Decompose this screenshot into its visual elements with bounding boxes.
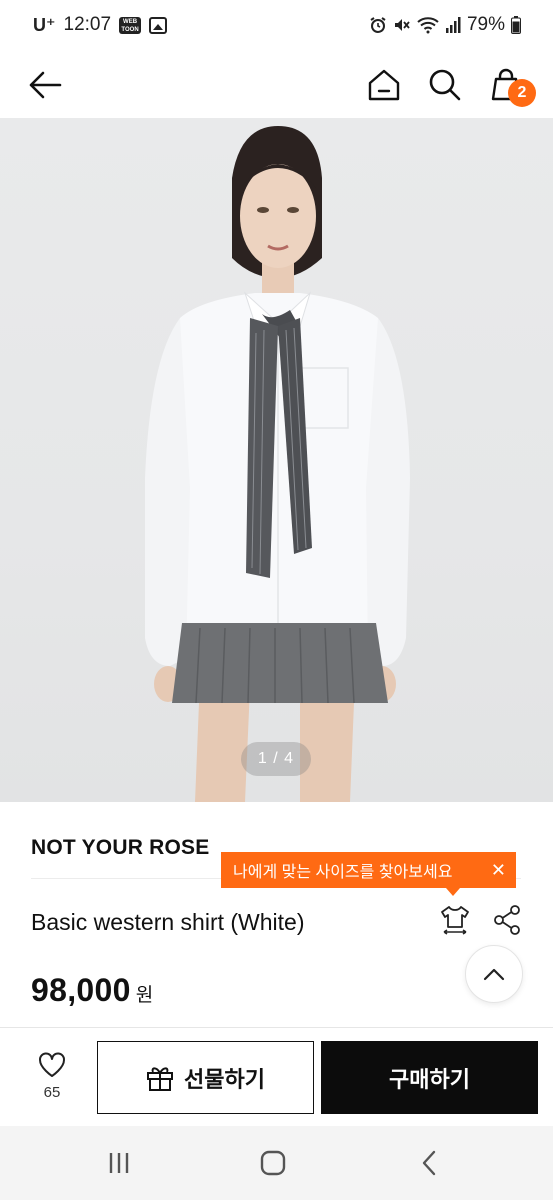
carrier-label: U⁺ bbox=[33, 14, 56, 35]
gift-button[interactable]: 선물하기 bbox=[97, 1041, 314, 1114]
system-back-button[interactable] bbox=[409, 1148, 449, 1178]
home-button[interactable] bbox=[361, 62, 407, 108]
home-icon bbox=[368, 69, 400, 101]
gallery-notification-icon bbox=[149, 16, 168, 34]
size-finder-tooltip[interactable]: 나에게 맞는 사이즈를 찾아보세요 ✕ bbox=[221, 852, 516, 896]
share-icon bbox=[494, 905, 520, 935]
shirt-size-icon bbox=[441, 906, 469, 935]
brand-name[interactable]: NOT YOUR ROSE bbox=[31, 836, 209, 860]
search-icon bbox=[429, 69, 461, 101]
gift-button-label: 선물하기 bbox=[184, 1066, 265, 1092]
share-button[interactable] bbox=[490, 902, 524, 938]
scroll-to-top-button[interactable] bbox=[465, 945, 523, 1003]
mute-icon bbox=[394, 19, 410, 31]
size-guide-button[interactable] bbox=[438, 902, 472, 938]
cart-button[interactable]: 2 bbox=[483, 62, 536, 108]
chevron-up-icon bbox=[483, 968, 505, 981]
gift-icon bbox=[147, 1066, 174, 1091]
status-right: 79% bbox=[369, 14, 521, 36]
recent-apps-button[interactable] bbox=[99, 1148, 139, 1178]
buy-button[interactable]: 구매하기 bbox=[321, 1041, 538, 1114]
like-count: 65 bbox=[43, 1084, 61, 1101]
cart-count-badge: 2 bbox=[508, 79, 536, 107]
recent-apps-icon bbox=[109, 1153, 129, 1173]
alarm-icon bbox=[370, 17, 386, 33]
status-left: U⁺ 12:07 WEB TOON bbox=[33, 14, 168, 36]
product-image-carousel[interactable] bbox=[0, 118, 553, 802]
price-amount: 98,000 bbox=[31, 972, 131, 1008]
wifi-icon bbox=[417, 17, 439, 34]
webtoon-notification-icon: WEB TOON bbox=[119, 16, 142, 34]
product-photo bbox=[145, 126, 410, 802]
system-back-icon bbox=[422, 1150, 436, 1176]
back-arrow-icon bbox=[29, 71, 62, 99]
back-button[interactable] bbox=[22, 62, 68, 108]
battery-icon bbox=[511, 16, 521, 34]
buy-button-label: 구매하기 bbox=[389, 1066, 470, 1092]
app-header: 2 bbox=[0, 52, 553, 118]
system-home-button[interactable] bbox=[253, 1148, 293, 1178]
system-navigation-bar bbox=[0, 1126, 553, 1200]
like-button[interactable]: 65 bbox=[22, 1052, 82, 1112]
price-block: 98,000 원 bbox=[31, 972, 153, 1009]
product-name: Basic western shirt (White) bbox=[31, 909, 305, 935]
search-button[interactable] bbox=[422, 62, 468, 108]
tooltip-close-icon[interactable]: ✕ bbox=[491, 860, 506, 880]
heart-icon bbox=[39, 1052, 65, 1077]
status-bar: U⁺ 12:07 WEB TOON 79% bbox=[0, 0, 553, 52]
image-page-counter: 1 / 4 bbox=[241, 742, 311, 776]
system-home-icon bbox=[260, 1150, 286, 1176]
purchase-action-bar: 65 선물하기 구매하기 bbox=[0, 1027, 553, 1125]
battery-percent: 79% bbox=[466, 14, 505, 35]
size-tooltip-text: 나에게 맞는 사이즈를 찾아보세요 bbox=[233, 864, 453, 881]
signal-icon bbox=[445, 17, 461, 33]
status-time: 12:07 bbox=[63, 14, 112, 35]
price-currency: 원 bbox=[135, 985, 154, 1006]
